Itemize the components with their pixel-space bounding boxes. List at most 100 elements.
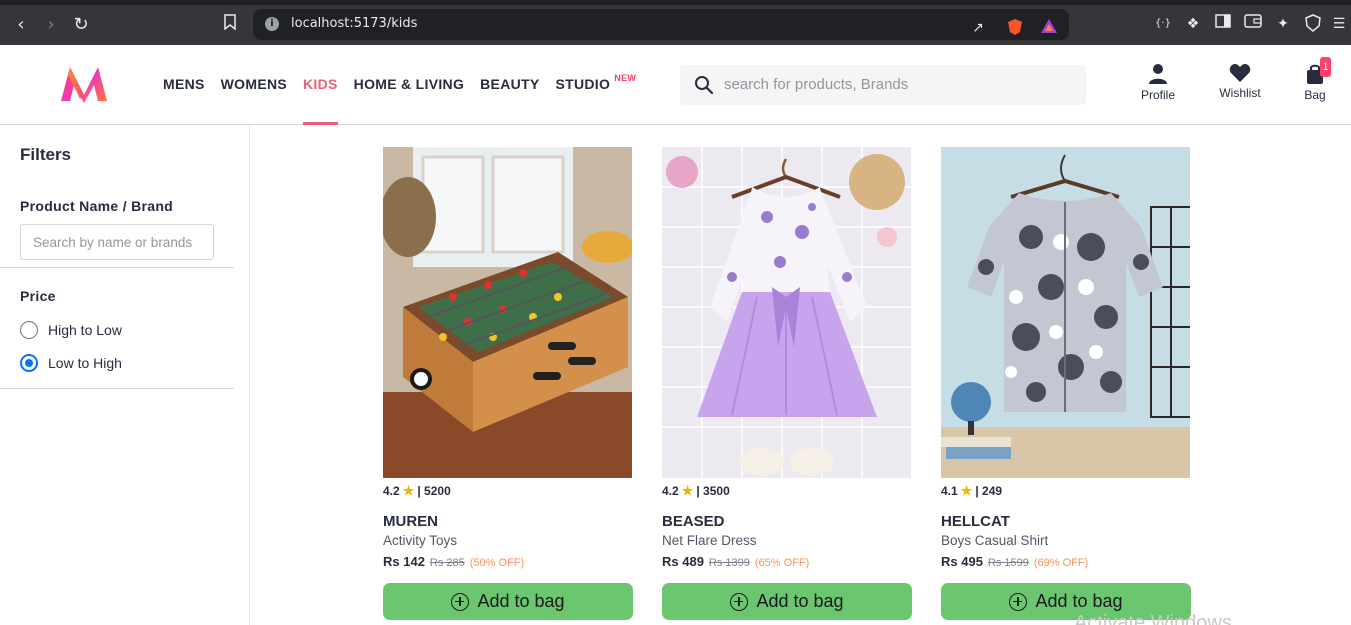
price-filter-label: Price xyxy=(20,288,56,304)
filters-sidebar: Filters Product Name / Brand Price High … xyxy=(0,125,250,625)
reload-icon[interactable]: ↻ xyxy=(70,14,92,36)
nav-studio-label: STUDIO xyxy=(555,76,611,92)
sidebar-icon[interactable] xyxy=(1213,14,1233,34)
extensions-icon[interactable]: ❖ xyxy=(1183,14,1203,34)
product-brand: HELLCAT xyxy=(941,513,1010,530)
product-name: Net Flare Dress xyxy=(662,533,757,548)
rating-count: 3500 xyxy=(703,484,730,498)
back-icon[interactable]: ‹ xyxy=(10,14,32,36)
discount: (50% OFF) xyxy=(469,557,525,569)
divider xyxy=(0,267,234,268)
search-input[interactable]: search for products, Brands xyxy=(724,76,908,93)
product-image-flare-dress[interactable] xyxy=(662,147,911,478)
radio-label-low-to-high: Low to High xyxy=(48,355,122,371)
bag-label: Bag xyxy=(1304,88,1326,102)
product-card[interactable]: 4.2 ★ | 5200 MUREN Activity Toys Rs 142 … xyxy=(383,147,635,620)
price-option-high-to-low[interactable]: High to Low xyxy=(20,320,122,340)
add-to-bag-label: Add to bag xyxy=(1035,591,1123,611)
forward-icon[interactable]: › xyxy=(40,14,62,36)
radio-label-high-to-low: High to Low xyxy=(48,322,122,338)
product-price: Rs 495 Rs 1599 (69% OFF) xyxy=(941,554,1193,569)
nav-beauty[interactable]: BEAUTY xyxy=(480,45,539,125)
product-card[interactable]: 4.2 ★ | 3500 BEASED Net Flare Dress Rs 4… xyxy=(662,147,914,620)
star-icon: ★ xyxy=(681,483,694,498)
divider xyxy=(0,388,234,389)
product-name: Activity Toys xyxy=(383,533,458,548)
add-circle-icon xyxy=(451,592,470,611)
rating-count: 5200 xyxy=(424,484,451,498)
rating-separator: | xyxy=(417,484,425,498)
heart-icon xyxy=(1229,64,1251,82)
name-brand-search-input[interactable] xyxy=(20,224,214,260)
star-icon: ★ xyxy=(960,483,973,498)
activate-windows-watermark: Activate Windows xyxy=(1074,612,1232,625)
leo-ai-icon[interactable]: ✦ xyxy=(1273,14,1293,34)
browser-chrome: ‹ › ↻ i localhost:5173/kids ↗ {·} ❖ ✦ ☰ xyxy=(0,0,1351,45)
name-filter-label: Product Name / Brand xyxy=(20,198,174,214)
radio-low-to-high[interactable] xyxy=(20,354,38,372)
bookmark-icon[interactable] xyxy=(219,14,241,36)
rating-separator: | xyxy=(696,484,704,498)
product-rating: 4.2 ★ | 5200 xyxy=(383,482,635,500)
bag-button[interactable]: Bag 1 xyxy=(1285,57,1345,102)
profile-icon xyxy=(1149,64,1167,84)
main-nav: MENS WOMENS KIDS HOME & LIVING BEAUTY ST… xyxy=(163,45,636,125)
original-price: Rs 285 xyxy=(429,557,465,569)
add-to-bag-button[interactable]: Add to bag xyxy=(383,583,633,620)
wallet-icon[interactable] xyxy=(1243,14,1263,34)
product-image-casual-shirt[interactable] xyxy=(941,147,1190,478)
site-header: MENS WOMENS KIDS HOME & LIVING BEAUTY ST… xyxy=(0,45,1351,125)
product-name: Boys Casual Shirt xyxy=(941,533,1049,548)
rating-separator: | xyxy=(975,484,983,498)
add-to-bag-label: Add to bag xyxy=(756,591,844,611)
profile-button[interactable]: Profile xyxy=(1128,63,1188,102)
reader-icon[interactable]: {·} xyxy=(1153,14,1173,34)
new-badge: NEW xyxy=(614,73,637,83)
bag-count-badge: 1 xyxy=(1320,57,1331,77)
rating-count: 249 xyxy=(982,484,1003,498)
add-to-bag-button[interactable]: Add to bag xyxy=(662,583,912,620)
product-brand: BEASED xyxy=(662,513,725,530)
share-icon[interactable]: ↗ xyxy=(968,18,988,38)
product-rating: 4.2 ★ | 3500 xyxy=(662,482,914,500)
filters-title: Filters xyxy=(20,145,72,164)
brave-shield-icon[interactable] xyxy=(1005,18,1025,38)
wishlist-button[interactable]: Wishlist xyxy=(1210,63,1270,100)
nav-studio[interactable]: STUDIO NEW xyxy=(555,45,636,125)
nav-home-living[interactable]: HOME & LIVING xyxy=(354,45,464,125)
vpn-icon[interactable] xyxy=(1303,14,1323,34)
brave-rewards-icon[interactable] xyxy=(1039,18,1059,38)
current-price: Rs 142 xyxy=(383,554,425,569)
product-rating: 4.1 ★ | 249 xyxy=(941,482,1193,500)
product-search-bar[interactable]: search for products, Brands xyxy=(680,65,1086,105)
rating-value: 4.1 xyxy=(941,484,958,498)
nav-mens[interactable]: MENS xyxy=(163,45,205,125)
add-circle-icon xyxy=(1009,592,1028,611)
radio-high-to-low[interactable] xyxy=(20,321,38,339)
price-option-low-to-high[interactable]: Low to High xyxy=(20,353,122,373)
address-bar[interactable]: i localhost:5173/kids ↗ xyxy=(253,9,1069,40)
product-price: Rs 489 Rs 1399 (65% OFF) xyxy=(662,554,914,569)
rating-value: 4.2 xyxy=(383,484,400,498)
product-brand: MUREN xyxy=(383,513,438,530)
product-card[interactable]: 4.1 ★ | 249 HELLCAT Boys Casual Shirt Rs… xyxy=(941,147,1193,620)
rating-value: 4.2 xyxy=(662,484,679,498)
current-price: Rs 489 xyxy=(662,554,704,569)
add-circle-icon xyxy=(730,592,749,611)
myntra-logo[interactable] xyxy=(58,65,110,103)
profile-label: Profile xyxy=(1140,88,1175,102)
menu-icon[interactable]: ☰ xyxy=(1329,14,1349,34)
add-to-bag-label: Add to bag xyxy=(477,591,565,611)
search-icon xyxy=(695,76,714,95)
discount: (65% OFF) xyxy=(754,557,810,569)
product-price: Rs 142 Rs 285 (50% OFF) xyxy=(383,554,635,569)
product-image-foosball-table[interactable] xyxy=(383,147,632,478)
nav-womens[interactable]: WOMENS xyxy=(221,45,287,125)
original-price: Rs 1399 xyxy=(708,557,750,569)
wishlist-label: Wishlist xyxy=(1219,86,1261,100)
nav-kids[interactable]: KIDS xyxy=(303,45,338,125)
discount: (69% OFF) xyxy=(1033,557,1089,569)
star-icon: ★ xyxy=(402,483,415,498)
url-text: localhost:5173/kids xyxy=(291,16,418,31)
site-info-icon[interactable]: i xyxy=(265,17,279,31)
